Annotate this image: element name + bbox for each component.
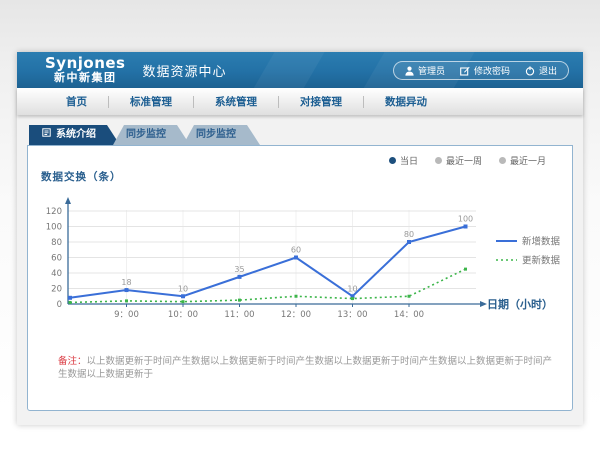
power-icon — [525, 66, 535, 76]
footnote-prefix: 备注： — [58, 356, 87, 367]
y-tick-label: 60 — [51, 254, 62, 264]
tab-sync-monitor-1[interactable]: 同步监控 — [113, 125, 190, 145]
filter-today[interactable]: 当日 — [389, 154, 418, 167]
y-tick-label: 0 — [57, 300, 62, 310]
radio-dot-icon — [389, 157, 396, 164]
x-axis-arrow — [480, 301, 487, 307]
data-point — [464, 225, 468, 229]
filter-last-week[interactable]: 最近一周 — [435, 154, 482, 167]
logout-label: 退出 — [539, 64, 557, 77]
x-tick-label: 10：00 — [168, 310, 198, 320]
main-nav: 首页 标准管理 系统管理 对接管理 数据异动 — [17, 88, 583, 115]
user-icon — [405, 66, 414, 76]
filter-label: 最近一月 — [510, 154, 546, 167]
main-area: 系统介绍 同步监控 同步监控 当日 最近一周 — [17, 115, 583, 425]
data-point — [68, 296, 72, 300]
nav-item-standard-management[interactable]: 标准管理 — [109, 94, 193, 109]
data-point — [351, 297, 354, 300]
legend-label-1: 更新数据 — [522, 255, 561, 267]
filter-label: 当日 — [400, 154, 418, 167]
point-label: 60 — [291, 246, 301, 255]
header-decoration — [240, 52, 336, 88]
y-tick-label: 80 — [51, 238, 62, 248]
data-point — [408, 295, 411, 298]
document-icon — [42, 125, 51, 145]
page-content: Synjones 新中新集团 数据资源中心 管理员 修改密码 退出 — [17, 52, 583, 425]
edit-icon — [460, 66, 470, 76]
nav-item-data-change[interactable]: 数据异动 — [364, 94, 448, 109]
y-tick-label: 40 — [51, 269, 62, 279]
logo-english: Synjones — [45, 56, 126, 72]
time-range-filters: 当日 最近一周 最近一月 — [389, 154, 546, 167]
point-label: 18 — [121, 278, 131, 287]
data-point — [125, 288, 129, 292]
point-label: 10 — [347, 284, 357, 293]
data-point — [464, 268, 467, 271]
y-tick-label: 120 — [46, 207, 62, 217]
y-axis-title: 数据交换（条） — [41, 169, 122, 184]
y-tick-label: 100 — [46, 223, 62, 233]
user-toolbar: 管理员 修改密码 退出 — [393, 61, 569, 80]
filter-label: 最近一周 — [446, 154, 482, 167]
user-label: 管理员 — [418, 64, 445, 77]
x-tick-label: 9：00 — [114, 310, 139, 320]
nav-item-interface-management[interactable]: 对接管理 — [279, 94, 363, 109]
data-point — [181, 294, 185, 298]
tab-label: 同步监控 — [126, 125, 166, 145]
company-logo: Synjones 新中新集团 — [45, 56, 126, 83]
x-axis-title: 日期（小时） — [487, 297, 553, 311]
line-chart: 0 20 40 60 80 100 120 9：00 10：00 11：00 12：00 13：00 1… — [34, 190, 586, 342]
footnote-text: 以上数据更新于时间产生数据以上数据更新于时间产生数据以上数据更新于时间产生数据以… — [58, 356, 552, 380]
data-point — [69, 301, 72, 304]
x-tick-label: 13：00 — [337, 310, 367, 320]
point-label: 100 — [458, 215, 473, 224]
y-axis-arrow — [65, 197, 71, 204]
radio-dot-icon — [435, 157, 442, 164]
user-button[interactable]: 管理员 — [405, 64, 445, 77]
y-tick-label: 20 — [51, 285, 62, 295]
chart-panel: 当日 最近一周 最近一月 数据交换（条） 0 20 40 60 80 100 120 9：00… — [27, 145, 573, 411]
legend-label-0: 新增数据 — [522, 236, 561, 248]
data-point — [125, 299, 128, 302]
page-title: 数据资源中心 — [143, 61, 227, 80]
data-point — [182, 300, 185, 303]
point-label: 80 — [404, 230, 414, 239]
point-label: 35 — [234, 265, 244, 274]
data-point — [238, 275, 242, 279]
point-label: 10 — [178, 284, 188, 293]
radio-dot-icon — [499, 157, 506, 164]
tab-bar: 系统介绍 同步监控 同步监控 — [27, 125, 573, 145]
footnote: 备注：以上数据更新于时间产生数据以上数据更新于时间产生数据以上数据更新于时间产生… — [58, 355, 558, 382]
change-password-label: 修改密码 — [474, 64, 510, 77]
logo-chinese: 新中新集团 — [45, 72, 126, 84]
nav-item-system-management[interactable]: 系统管理 — [194, 94, 278, 109]
data-point — [238, 299, 241, 302]
x-tick-label: 14：00 — [394, 310, 424, 320]
app-header: Synjones 新中新集团 数据资源中心 管理员 修改密码 退出 — [17, 52, 583, 88]
filter-last-month[interactable]: 最近一月 — [499, 154, 546, 167]
data-point — [294, 256, 298, 260]
tab-label: 系统介绍 — [56, 125, 96, 145]
x-tick-label: 12：00 — [281, 310, 311, 320]
logout-button[interactable]: 退出 — [525, 64, 557, 77]
data-point — [295, 295, 298, 298]
tab-system-intro[interactable]: 系统介绍 — [29, 125, 120, 145]
data-point — [407, 240, 411, 244]
x-tick-label: 11：00 — [224, 310, 254, 320]
tab-label: 同步监控 — [196, 125, 236, 145]
change-password-button[interactable]: 修改密码 — [460, 64, 510, 77]
nav-item-home[interactable]: 首页 — [45, 94, 108, 109]
tab-sync-monitor-2[interactable]: 同步监控 — [183, 125, 260, 145]
